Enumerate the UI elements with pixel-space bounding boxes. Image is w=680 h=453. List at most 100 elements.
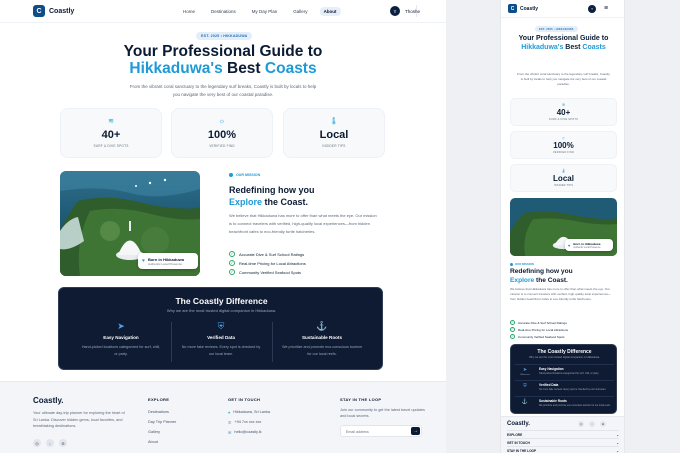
accordion-newsletter[interactable]: STAY IN THE LOOP ⌄ bbox=[507, 446, 619, 453]
feature-item: ✓ Real-time Pricing for Local Attractions bbox=[510, 327, 568, 332]
top-navbar: C Coastly Home Destinations My Day Plan … bbox=[0, 0, 446, 23]
hero-lead: From the vibrant coral sanctuary to the … bbox=[129, 84, 317, 97]
contact-location: ⌖ Hikkaduwa, Sri Lanka bbox=[228, 407, 270, 417]
difference-item-name: Verified Data bbox=[539, 383, 559, 387]
anchor-icon: ⚓ bbox=[521, 399, 529, 405]
check-circle-icon: ✓ bbox=[229, 260, 235, 266]
feature-item: ✓ Community Verified Seafood Spots bbox=[510, 334, 568, 339]
user-name: Thoshe bbox=[405, 8, 421, 14]
check-circle-icon: ✓ bbox=[510, 327, 515, 332]
chevron-down-icon: ⌄ bbox=[616, 440, 619, 445]
newsletter-email-input[interactable]: Email address → bbox=[340, 425, 422, 437]
contact-phone[interactable]: ✆ +94 7xx xxx xxx bbox=[228, 417, 270, 427]
accordion-explore[interactable]: EXPLORE ⌄ bbox=[507, 430, 619, 438]
instagram-icon[interactable]: ◎ bbox=[33, 439, 41, 447]
mission-title-rest: the Coast. bbox=[262, 197, 309, 207]
difference-item-name: Easy Navigation bbox=[103, 335, 139, 340]
thermometer-icon: 🌡 bbox=[560, 168, 567, 173]
feature-item: ✓ Community Verified Seafood Spots bbox=[229, 269, 306, 275]
mission-features: ✓ Accurate Dive & Surf School Ratings ✓ Re… bbox=[229, 251, 306, 275]
contact-email[interactable]: ✉ hello@coastly.lk bbox=[228, 427, 270, 437]
chat-icon[interactable]: ◌ bbox=[589, 421, 595, 427]
difference-item-name: Verified Data bbox=[207, 335, 235, 340]
mission-eyebrow: OUR MISSION bbox=[229, 173, 260, 177]
mission-title-line1: Redefining how you bbox=[510, 268, 573, 275]
difference-section: The Coastly Difference Why we are the mo… bbox=[510, 344, 617, 414]
social-links: ◎ ◌ ⊕ bbox=[33, 439, 67, 447]
footer-heading: STAY IN THE LOOP bbox=[340, 397, 382, 402]
globe-icon[interactable]: ⊕ bbox=[59, 439, 67, 447]
stat-label: VERIFIED FIND bbox=[209, 144, 235, 148]
footer-link-about[interactable]: About bbox=[148, 437, 176, 447]
feature-item: ✓ Real-time Pricing for Local Attractions bbox=[229, 260, 306, 266]
hero-title-accent-coasts: Coasts bbox=[264, 59, 317, 77]
main-menu: Home Destinations My Day Plan Gallery Ab… bbox=[179, 7, 341, 16]
brand-name: Coastly bbox=[520, 5, 539, 12]
anchor-icon: ⚓ bbox=[316, 321, 328, 331]
accordion-contact[interactable]: GET IN TOUCH ⌄ bbox=[507, 438, 619, 446]
instagram-icon[interactable]: ◎ bbox=[578, 421, 584, 427]
hero-title-mid: Best bbox=[563, 43, 583, 51]
check-circle-icon: ✓ bbox=[510, 320, 515, 325]
feature-item: ✓ Accurate Dive & Surf School Ratings bbox=[510, 320, 568, 325]
hero-badge: EST. 2025 • HIKKADUWA bbox=[535, 26, 578, 32]
heart-icon: ♥ bbox=[568, 242, 571, 248]
mission-eyebrow-text: OUR MISSION bbox=[236, 173, 261, 177]
footer-link-gallery[interactable]: Gallery bbox=[148, 427, 176, 437]
difference-item-name: Sustainable Roots bbox=[539, 399, 567, 403]
stat-label: SURF & DIVE SPOTS bbox=[548, 118, 579, 121]
dot-icon bbox=[510, 262, 513, 266]
brand-name: Coastly bbox=[49, 7, 75, 15]
chevron-down-icon: ⌄ bbox=[616, 448, 619, 453]
dot-icon bbox=[229, 173, 233, 177]
arrow-right-icon[interactable]: → bbox=[411, 427, 420, 435]
avatar[interactable]: T bbox=[588, 5, 596, 13]
mission-title-accent: Explore bbox=[510, 276, 535, 284]
born-in-card: ♥ Born in Hikkaduwa Authentic Local Pres… bbox=[138, 253, 198, 269]
chat-icon[interactable]: ◌ bbox=[46, 439, 54, 447]
mission-title: Redefining how you Explore the Coast. bbox=[510, 268, 573, 285]
mission-title-accent: Explore bbox=[229, 197, 263, 207]
sun-icon: ☼ bbox=[561, 135, 566, 140]
feature-text: Accurate Dive & Surf School Ratings bbox=[239, 251, 305, 257]
stat-value: 40+ bbox=[556, 108, 571, 117]
shield-check-icon: ⛨ bbox=[523, 383, 527, 389]
difference-item-navigation: ➤ Easy Navigation Hand-picked locations … bbox=[71, 320, 171, 358]
hero-lead: From the vibrant coral sanctuary to the … bbox=[517, 72, 610, 86]
nav-item-my-day-plan[interactable]: My Day Plan bbox=[248, 7, 282, 16]
brand-logo[interactable]: C Coastly bbox=[33, 5, 74, 17]
hero-title-accent-place: Hikkaduwa's bbox=[129, 59, 223, 77]
footer-description: Your ultimate day-trip planner for explo… bbox=[33, 411, 125, 428]
nav-item-destinations[interactable]: Destinations bbox=[207, 7, 240, 16]
footer-logo[interactable]: Coastly. bbox=[33, 396, 64, 405]
stat-value: 100% bbox=[553, 141, 574, 150]
footer-link-planner[interactable]: Day Trip Planner bbox=[148, 417, 176, 427]
chevron-down-icon: ⌄ bbox=[616, 432, 619, 437]
footer-link-destinations[interactable]: Destinations bbox=[148, 407, 176, 417]
stat-value: Local bbox=[319, 129, 349, 141]
mission-title: Redefining how you Explore the Coast. bbox=[229, 184, 315, 208]
footer-logo[interactable]: Coastly. bbox=[507, 421, 530, 427]
hero-title: Your Professional Guide to Hikkaduwa's B… bbox=[513, 35, 614, 52]
hamburger-menu-icon[interactable]: ≡ bbox=[601, 5, 611, 13]
nav-item-home[interactable]: Home bbox=[179, 7, 199, 16]
mission-title-rest: the Coast. bbox=[534, 276, 568, 284]
nav-item-about[interactable]: About bbox=[319, 7, 341, 16]
user-menu[interactable]: T Thoshe bbox=[390, 6, 420, 16]
globe-icon[interactable]: ⊕ bbox=[600, 421, 606, 427]
difference-section: The Coastly Difference Why we are the mo… bbox=[58, 287, 383, 370]
desktop-view: C Coastly Home Destinations My Day Plan … bbox=[0, 0, 446, 453]
phone-icon: ✆ bbox=[228, 419, 232, 425]
social-links: ◎ ◌ ⊕ bbox=[578, 421, 606, 427]
feature-text: Community Verified Seafood Spots bbox=[518, 334, 565, 339]
mission-eyebrow-text: OUR MISSION bbox=[515, 262, 534, 266]
footer-contact: GET IN TOUCH ⌖ Hikkaduwa, Sri Lanka ✆ +94 … bbox=[228, 397, 270, 437]
brand-logo[interactable]: C Coastly bbox=[508, 4, 538, 13]
mobile-navbar: C Coastly T ≡ bbox=[501, 0, 624, 18]
check-circle-icon: ✓ bbox=[229, 269, 235, 275]
difference-title: The Coastly Difference bbox=[537, 349, 592, 355]
mission-body: We believe that Hikkaduwa has more to of… bbox=[229, 213, 377, 234]
footer-heading: EXPLORE bbox=[148, 397, 170, 402]
hero-title-accent-place: Hikkaduwa's bbox=[521, 43, 564, 51]
nav-item-gallery[interactable]: Gallery bbox=[289, 7, 311, 16]
